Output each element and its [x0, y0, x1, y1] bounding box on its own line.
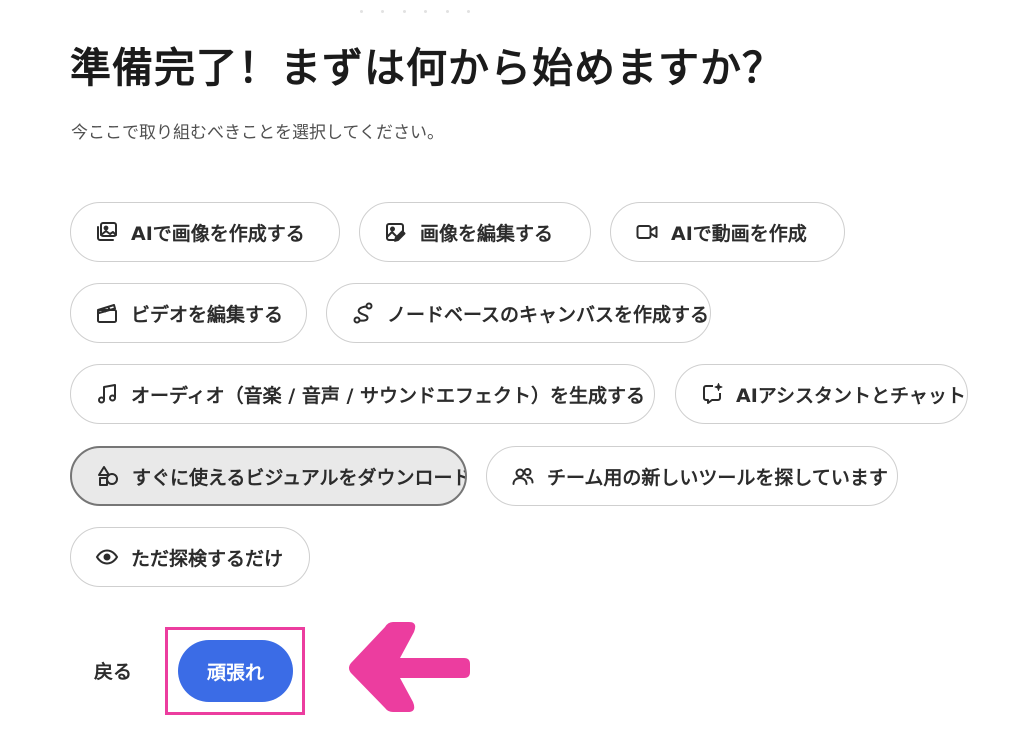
option-label: ただ探検するだけ — [131, 547, 284, 570]
option-just-explore[interactable]: ただ探検するだけ — [70, 527, 310, 587]
option-ai-assistant-chat[interactable]: AIアシスタントとチャット — [675, 364, 968, 424]
option-node-canvas[interactable]: ノードベースのキャンバスを作成する — [326, 283, 711, 343]
option-label: チーム用の新しいツールを探しています — [547, 466, 888, 489]
option-label: ビデオを編集する — [131, 303, 284, 326]
option-download-visuals[interactable]: すぐに使えるビジュアルをダウンロード — [70, 446, 467, 506]
option-label: AIで動画を作成 — [671, 222, 807, 245]
video-camera-icon — [635, 220, 659, 244]
eye-icon — [95, 545, 119, 569]
pointer-arrow-icon — [322, 612, 472, 720]
chat-sparkle-icon — [700, 382, 724, 406]
page-subtitle: 今ここで取り組むべきことを選択してください。 — [71, 123, 444, 143]
option-label: 画像を編集する — [420, 222, 554, 245]
node-canvas-icon — [351, 301, 375, 325]
team-icon — [511, 464, 535, 488]
shapes-icon — [96, 464, 120, 488]
continue-button[interactable]: 頑張れ — [178, 640, 293, 702]
option-edit-image[interactable]: 画像を編集する — [359, 202, 591, 262]
option-create-video-ai[interactable]: AIで動画を作成 — [610, 202, 845, 262]
image-edit-icon — [384, 220, 408, 244]
option-label: AIアシスタントとチャット — [736, 384, 966, 407]
clapperboard-icon — [95, 301, 119, 325]
option-label: AIで画像を作成する — [131, 222, 305, 245]
option-label: ノードベースのキャンバスを作成する — [387, 303, 710, 326]
page-title: 準備完了！まずは何から始めますか？ — [70, 44, 784, 92]
back-button[interactable]: 戻る — [94, 657, 132, 684]
music-note-icon — [95, 382, 119, 406]
option-label: オーディオ（音楽 / 音声 / サウンドエフェクト）を生成する — [131, 384, 646, 407]
option-team-tools[interactable]: チーム用の新しいツールを探しています — [486, 446, 898, 506]
progress-dots — [360, 10, 470, 16]
option-create-image-ai[interactable]: AIで画像を作成する — [70, 202, 340, 262]
option-label: すぐに使えるビジュアルをダウンロード — [132, 466, 467, 489]
option-edit-video[interactable]: ビデオを編集する — [70, 283, 307, 343]
ai-image-icon — [95, 220, 119, 244]
option-generate-audio[interactable]: オーディオ（音楽 / 音声 / サウンドエフェクト）を生成する — [70, 364, 655, 424]
